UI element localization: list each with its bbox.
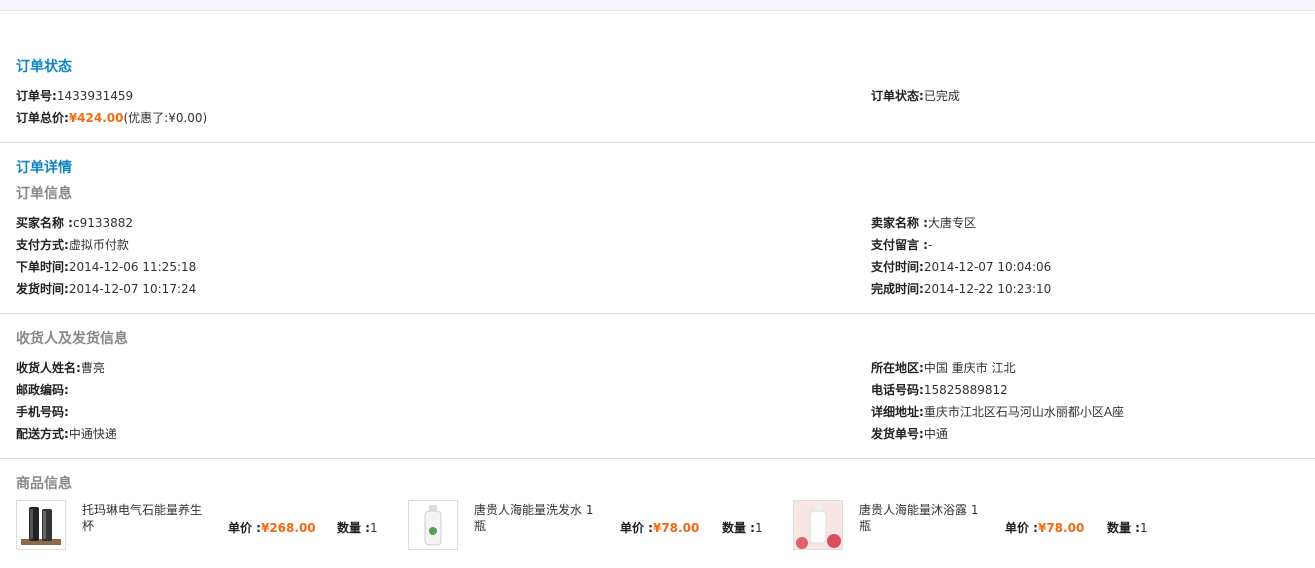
order-state-label: 订单状态: (871, 89, 924, 103)
order-detail-title: 订单详情 (16, 160, 72, 176)
order-time-value: 2014-12-06 11:25:18 (68, 260, 197, 274)
phone-row: 电话号码:15825889812 (871, 381, 1008, 398)
divider (0, 313, 1315, 314)
ship-time-label: 发货时间: (16, 282, 69, 296)
price-value: ¥268.00 (260, 521, 316, 535)
tracking-label: 发货单号: (871, 427, 924, 441)
product-image[interactable] (16, 500, 66, 550)
price-value: ¥78.00 (652, 521, 700, 535)
product-name-link[interactable]: 唐贵人海能量洗发水 1瓶 (474, 502, 604, 534)
seller-label: 卖家名称 : (871, 216, 928, 230)
address-label: 详细地址: (871, 405, 924, 419)
mobile-label: 手机号码: (16, 405, 69, 419)
ship-time-row: 发货时间:2014-12-07 10:17:24 (16, 280, 196, 297)
product-quantity: 数量 :1 (337, 519, 378, 536)
order-state-value: 已完成 (923, 89, 960, 103)
order-time-row: 下单时间:2014-12-06 11:25:18 (16, 258, 196, 275)
quantity-value: 1 (369, 521, 378, 535)
postcode-row: 邮政编码: (16, 381, 69, 398)
delivery-row: 配送方式:中通快递 (16, 425, 117, 442)
phone-label: 电话号码: (871, 383, 924, 397)
order-total-label: 订单总价: (16, 111, 69, 125)
receiver-value: 曹亮 (80, 361, 105, 375)
product-name-link[interactable]: 托玛琳电气石能量养生杯 (82, 502, 212, 534)
price-label: 单价 : (620, 521, 653, 535)
price-value: ¥78.00 (1037, 521, 1085, 535)
product-price: 单价 :¥268.00 (228, 519, 316, 536)
product-image[interactable] (793, 500, 843, 550)
quantity-label: 数量 : (1107, 521, 1140, 535)
order-number-row: 订单号:1433931459 (16, 87, 133, 104)
divider (0, 142, 1315, 143)
quantity-value: 1 (1139, 521, 1148, 535)
receiver-label: 收货人姓名: (16, 361, 81, 375)
delivery-label: 配送方式: (16, 427, 69, 441)
price-label: 单价 : (1005, 521, 1038, 535)
pay-method-row: 支付方式:虚拟币付款 (16, 236, 129, 253)
buyer-label: 买家名称 : (16, 216, 73, 230)
order-number-value: 1433931459 (56, 89, 134, 103)
address-value: 重庆市江北区石马河山水丽都小区A座 (923, 405, 1125, 419)
shipping-title: 收货人及发货信息 (16, 331, 128, 347)
product-price: 单价 :¥78.00 (1005, 519, 1084, 536)
region-label: 所在地区: (871, 361, 924, 375)
quantity-label: 数量 : (722, 521, 755, 535)
done-time-row: 完成时间:2014-12-22 10:23:10 (871, 280, 1051, 297)
done-time-value: 2014-12-22 10:23:10 (923, 282, 1052, 296)
pay-time-value: 2014-12-07 10:04:06 (923, 260, 1052, 274)
buyer-row: 买家名称 :c9133882 (16, 214, 133, 231)
price-label: 单价 : (228, 521, 261, 535)
product-image[interactable] (408, 500, 458, 550)
pay-method-label: 支付方式: (16, 238, 69, 252)
product-bottle-icon (794, 501, 842, 549)
order-number-label: 订单号: (16, 89, 57, 103)
top-bar (0, 0, 1315, 11)
pay-method-value: 虚拟币付款 (68, 238, 129, 252)
order-discount: (优惠了:¥0.00) (123, 111, 208, 125)
region-value: 中国 重庆市 江北 (923, 361, 1016, 375)
products-title: 商品信息 (16, 476, 72, 492)
quantity-value: 1 (754, 521, 763, 535)
quantity-label: 数量 : (337, 521, 370, 535)
product-quantity: 数量 :1 (722, 519, 763, 536)
pay-note-value: - (927, 238, 933, 252)
seller-row: 卖家名称 :大唐专区 (871, 214, 976, 231)
divider (0, 458, 1315, 459)
order-total-value: ¥424.00 (68, 111, 124, 125)
product-price: 单价 :¥78.00 (620, 519, 699, 536)
product-bottle-icon (409, 501, 457, 549)
done-time-label: 完成时间: (871, 282, 924, 296)
product-quantity: 数量 :1 (1107, 519, 1148, 536)
tracking-value: 中通 (923, 427, 948, 441)
delivery-value: 中通快递 (68, 427, 117, 441)
pay-time-row: 支付时间:2014-12-07 10:04:06 (871, 258, 1051, 275)
mobile-row: 手机号码: (16, 403, 69, 420)
tracking-row: 发货单号:中通 (871, 425, 948, 442)
order-total-row: 订单总价:¥424.00(优惠了:¥0.00) (16, 109, 207, 126)
ship-time-value: 2014-12-07 10:17:24 (68, 282, 197, 296)
product-name-link[interactable]: 唐贵人海能量沐浴露 1瓶 (859, 502, 989, 534)
order-time-label: 下单时间: (16, 260, 69, 274)
region-row: 所在地区:中国 重庆市 江北 (871, 359, 1015, 376)
pay-note-label: 支付留言 : (871, 238, 928, 252)
phone-value: 15825889812 (923, 383, 1008, 397)
seller-value: 大唐专区 (927, 216, 976, 230)
order-state-row: 订单状态:已完成 (871, 87, 960, 104)
pay-note-row: 支付留言 :- (871, 236, 932, 253)
pay-time-label: 支付时间: (871, 260, 924, 274)
order-info-subtitle: 订单信息 (16, 186, 72, 202)
buyer-value: c9133882 (72, 216, 134, 230)
receiver-row: 收货人姓名:曹亮 (16, 359, 105, 376)
order-status-title: 订单状态 (16, 59, 72, 75)
address-row: 详细地址:重庆市江北区石马河山水丽都小区A座 (871, 403, 1124, 420)
product-cup-icon (17, 501, 65, 549)
postcode-label: 邮政编码: (16, 383, 69, 397)
